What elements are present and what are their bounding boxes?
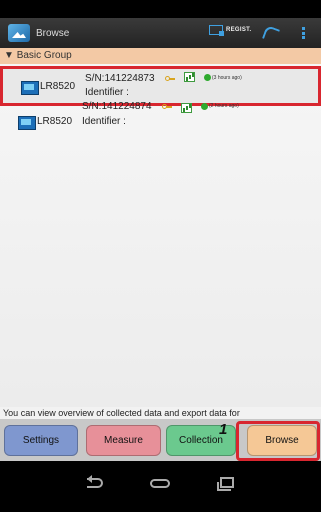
regist-icon <box>209 25 224 36</box>
overflow-menu-icon[interactable] <box>302 27 305 39</box>
wireless-icon[interactable] <box>264 27 278 39</box>
logger-row[interactable]: LR8520 S/N:141224873 Identifier : (3 hou… <box>0 66 321 106</box>
logger-serial: S/N:141224873 <box>85 73 155 84</box>
tab-settings[interactable]: Settings <box>4 425 78 456</box>
logger-model: LR8520 <box>37 116 73 127</box>
recent-apps-icon[interactable] <box>217 477 234 491</box>
home-icon[interactable] <box>150 479 170 488</box>
system-nav-bar <box>0 461 321 512</box>
logger-identifier: Identifier : <box>85 87 129 98</box>
logger-row[interactable]: LR8520 S/N:141224874 Identifier : (2 hou… <box>0 101 321 138</box>
group-name: Basic Group <box>16 50 72 61</box>
key-icon <box>162 104 172 110</box>
step-number-badge: 1 <box>219 421 228 438</box>
group-header[interactable]: ▼ Basic Group <box>0 48 321 64</box>
back-icon[interactable] <box>87 475 103 488</box>
logger-status-time: (3 hours ago) <box>212 75 242 81</box>
app-title: Browse <box>36 27 70 39</box>
tab-browse[interactable]: Browse <box>247 425 317 456</box>
logger-status-time: (2 hours ago) <box>209 103 239 109</box>
logger-device-icon <box>21 81 39 95</box>
collapse-triangle-icon: ▼ <box>4 50 14 61</box>
logger-identifier: Identifier : <box>82 116 126 127</box>
status-dot-icon <box>201 103 208 110</box>
logger-device-icon <box>18 116 36 130</box>
logger-model: LR8520 <box>40 81 76 92</box>
logger-serial: S/N:141224874 <box>82 101 152 112</box>
regist-label: REGIST. <box>226 27 252 33</box>
key-icon <box>165 76 175 82</box>
action-bar: Browse REGIST. <box>0 18 321 48</box>
signal-strength-icon <box>184 72 195 82</box>
tab-measure[interactable]: Measure <box>86 425 161 456</box>
status-bar <box>0 0 321 18</box>
status-dot-icon <box>204 74 211 81</box>
bottom-tab-bar: Settings Measure Collection Browse 1 <box>0 419 321 461</box>
signal-strength-icon <box>181 103 192 113</box>
hint-text: You can view overview of collected data … <box>0 407 321 419</box>
app-logo-icon <box>8 24 30 42</box>
regist-button[interactable]: REGIST. <box>209 25 252 36</box>
